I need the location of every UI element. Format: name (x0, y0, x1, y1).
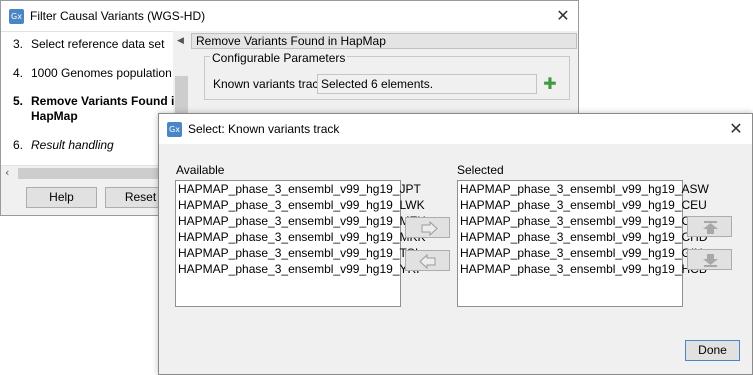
available-label: Available (176, 163, 225, 177)
step-number: 6. (13, 138, 24, 152)
arrow-left-icon (419, 253, 436, 270)
selected-label: Selected (457, 163, 504, 177)
scroll-left-icon[interactable]: ‹ (5, 166, 9, 179)
move-up-button[interactable] (687, 216, 732, 237)
selected-list[interactable]: HAPMAP_phase_3_ensembl_v99_hg19_ASW HAPM… (457, 180, 709, 307)
list-item[interactable]: HAPMAP_phase_3_ensembl_v99_hg19_LWK (176, 197, 425, 213)
wizard-steps-list: 3. Select reference data set 4. 1000 Genom… (1, 31, 175, 166)
list-item[interactable]: HAPMAP_phase_3_ensembl_v99_hg19_CEU (458, 197, 707, 213)
wizard-step-6[interactable]: 6. Result handling (13, 138, 114, 152)
available-list[interactable]: HAPMAP_phase_3_ensembl_v99_hg19_JPT HAPM… (175, 180, 426, 307)
window-title: Filter Causal Variants (WGS-HD) (30, 9, 206, 23)
step-label: 1000 Genomes population (31, 66, 172, 80)
dialog-title: Select: Known variants track (188, 122, 340, 136)
move-down-button[interactable] (687, 249, 732, 270)
step-number: 3. (13, 37, 24, 51)
list-item[interactable]: HAPMAP_phase_3_ensembl_v99_hg19_MKK (176, 229, 426, 245)
remove-selected-button[interactable] (405, 250, 450, 271)
wizard-step-5-current[interactable]: 5. Remove Variants Found in (13, 94, 175, 108)
plus-icon[interactable]: ✚ (543, 75, 557, 93)
list-item[interactable]: HAPMAP_phase_3_ensembl_v99_hg19_CHB (458, 213, 707, 229)
step-header: Remove Variants Found in HapMap (191, 33, 577, 49)
scrollbar-thumb[interactable] (18, 168, 158, 179)
known-variants-field[interactable]: Selected 6 elements. (317, 74, 537, 94)
collapse-arrow-icon[interactable]: ◀ (177, 36, 184, 46)
dialog-title-bar: Gx Select: Known variants track ✕ (159, 114, 752, 144)
arrow-right-icon (421, 220, 438, 237)
known-variants-label: Known variants track (213, 77, 325, 91)
list-item[interactable]: HAPMAP_phase_3_ensembl_v99_hg19_HCB (458, 261, 707, 277)
step-number: 4. (13, 66, 24, 80)
list-item[interactable]: HAPMAP_phase_3_ensembl_v99_hg19_TSI (176, 245, 418, 261)
wizard-step-3[interactable]: 3. Select reference data set (13, 37, 164, 51)
wizard-step-5-label-line2: HapMap (31, 109, 78, 123)
gx-app-icon: Gx (9, 9, 24, 24)
select-known-variants-dialog: Gx Select: Known variants track ✕ Availa… (158, 113, 753, 375)
step-number: 5. (13, 94, 24, 108)
list-item[interactable]: HAPMAP_phase_3_ensembl_v99_hg19_YRI (176, 261, 420, 277)
step-label: Select reference data set (31, 37, 165, 51)
list-item[interactable]: HAPMAP_phase_3_ensembl_v99_hg19_MEX (176, 213, 426, 229)
arrow-down-icon (703, 254, 718, 267)
close-icon[interactable]: ✕ (552, 5, 574, 27)
arrow-up-icon (703, 221, 718, 234)
list-item[interactable]: HAPMAP_phase_3_ensembl_v99_hg19_GIH (458, 245, 703, 261)
done-button[interactable]: Done (685, 340, 740, 361)
group-title: Configurable Parameters (210, 51, 348, 65)
help-button[interactable]: Help (26, 187, 97, 208)
wizard-step-4[interactable]: 4. 1000 Genomes population (13, 66, 172, 80)
list-item[interactable]: HAPMAP_phase_3_ensembl_v99_hg19_CHD (458, 229, 708, 245)
add-selected-button[interactable] (405, 217, 450, 238)
step-label: Remove Variants Found in (31, 94, 175, 108)
close-icon[interactable]: ✕ (725, 118, 747, 140)
scrollbar-thumb[interactable] (175, 76, 188, 116)
step-label: Result handling (31, 138, 114, 152)
title-bar: Gx Filter Causal Variants (WGS-HD) ✕ (1, 1, 578, 31)
gx-app-icon: Gx (167, 122, 182, 137)
list-item[interactable]: HAPMAP_phase_3_ensembl_v99_hg19_ASW (458, 181, 709, 197)
list-item[interactable]: HAPMAP_phase_3_ensembl_v99_hg19_JPT (176, 181, 421, 197)
